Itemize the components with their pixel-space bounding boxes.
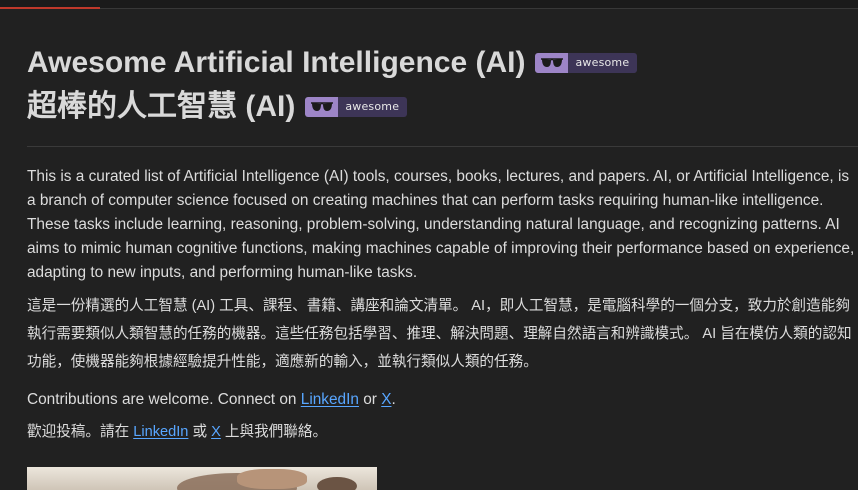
heading-divider <box>27 146 858 147</box>
active-tab-indicator <box>0 7 100 9</box>
banner-image <box>27 467 377 490</box>
readme-header: Awesome Artificial Intelligence (AI) awe… <box>27 42 858 128</box>
contrib-text: 或 <box>188 424 212 440</box>
badge-label: awesome <box>568 53 638 73</box>
contributions-paragraph-en: Contributions are welcome. Connect on Li… <box>27 388 858 412</box>
x-link[interactable]: X <box>211 424 221 440</box>
linkedin-link[interactable]: LinkedIn <box>133 424 188 440</box>
title-zh: 超棒的人工智慧 (AI) <box>27 90 296 123</box>
x-link[interactable]: X <box>381 391 391 408</box>
awesome-badge[interactable]: awesome <box>535 53 638 73</box>
sunglasses-icon <box>305 97 339 117</box>
contrib-text: or <box>358 391 382 408</box>
linkedin-link[interactable]: LinkedIn <box>301 391 359 408</box>
intro-paragraph-en: This is a curated list of Artificial Int… <box>27 168 855 281</box>
badge-label: awesome <box>338 97 408 117</box>
awesome-badge-zh[interactable]: awesome <box>305 97 408 117</box>
contrib-text: 歡迎投稿。請在 <box>27 424 134 440</box>
title-en: Awesome Artificial Intelligence (AI) <box>27 46 526 79</box>
contrib-text: 上與我們聯絡。 <box>220 424 328 440</box>
contributions-paragraph-zh: 歡迎投稿。請在 LinkedIn 或 X 上與我們聯絡。 <box>27 420 858 444</box>
intro-paragraph-zh: 這是一份精選的人工智慧 (AI) 工具、課程、書籍、講座和論文清單。 AI，即人… <box>27 298 852 370</box>
contrib-text: Contributions are welcome. Connect on <box>27 391 301 408</box>
page-title: Awesome Artificial Intelligence (AI) awe… <box>27 42 858 84</box>
sunglasses-icon <box>535 53 569 73</box>
page-title-zh: 超棒的人工智慧 (AI) awesome <box>27 86 858 128</box>
contrib-text: . <box>391 391 396 408</box>
top-bar <box>0 0 858 9</box>
